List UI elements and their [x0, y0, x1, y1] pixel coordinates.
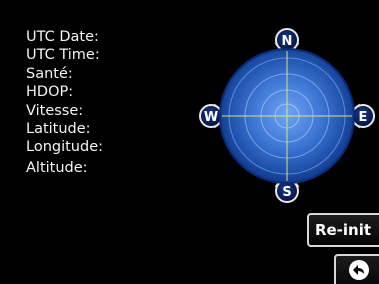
- north-letter: N: [282, 34, 293, 49]
- gps-status-screen: UTC Date: UTC Time: Santé: HDOP: Vitesse…: [0, 0, 379, 284]
- east-letter: E: [359, 110, 368, 125]
- back-button[interactable]: [334, 254, 379, 284]
- back-arrow-icon: [348, 259, 370, 284]
- reinit-button-label: Re-init: [314, 221, 372, 239]
- reinit-button[interactable]: Re-init: [307, 213, 379, 247]
- south-letter: S: [282, 185, 291, 200]
- west-letter: W: [204, 110, 218, 125]
